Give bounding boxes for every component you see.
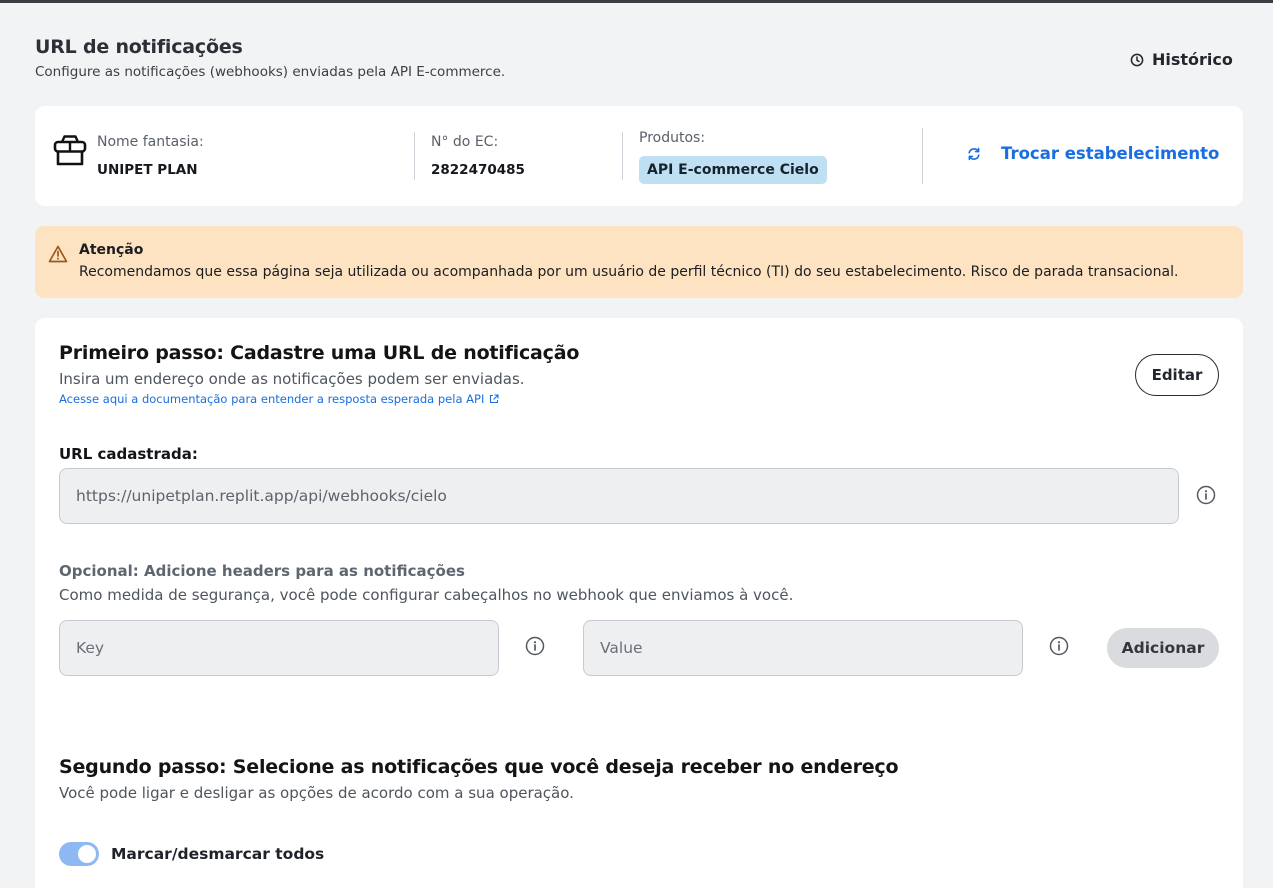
step1-title: Primeiro passo: Cadastre uma URL de noti… — [59, 342, 580, 364]
page-header: URL de notificações Configure as notific… — [35, 36, 1235, 80]
page-subtitle: Configure as notificações (webhooks) env… — [35, 64, 506, 80]
trade-name-value: UNIPET PLAN — [97, 162, 198, 178]
step2-description: Você pode ligar e desligar as opções de … — [59, 784, 574, 802]
warning-icon — [48, 245, 68, 263]
products-label: Produtos: — [639, 130, 706, 146]
add-header-button[interactable]: Adicionar — [1107, 628, 1219, 668]
page-title: URL de notificações — [35, 36, 243, 58]
headers-title: Opcional: Adicione headers para as notif… — [59, 562, 465, 580]
store-icon — [53, 135, 87, 166]
info-icon[interactable] — [1049, 636, 1069, 656]
step2-title: Segundo passo: Selecione as notificações… — [59, 756, 899, 778]
ec-label: N° do EC: — [431, 134, 499, 150]
divider — [922, 128, 923, 184]
step1-description: Insira um endereço onde as notificações … — [59, 370, 525, 388]
select-all-label: Marcar/desmarcar todos — [111, 845, 325, 863]
headers-description: Como medida de segurança, você pode conf… — [59, 586, 794, 604]
url-field[interactable] — [59, 468, 1179, 524]
product-badge: API E-commerce Cielo — [639, 156, 827, 184]
history-button[interactable]: Histórico — [1130, 50, 1233, 69]
divider — [414, 132, 415, 180]
warning-alert: Atenção Recomendamos que essa página sej… — [35, 226, 1243, 298]
info-icon[interactable] — [1196, 485, 1216, 505]
external-link-icon — [490, 394, 499, 404]
warning-text: Recomendamos que essa página seja utiliz… — [79, 264, 1179, 280]
documentation-link[interactable]: Acesse aqui a documentação para entender… — [59, 392, 499, 406]
clock-icon — [1130, 53, 1144, 66]
trade-name-label: Nome fantasia: — [97, 134, 204, 150]
toggle-knob — [78, 845, 96, 863]
info-icon[interactable] — [525, 636, 545, 656]
header-value-input[interactable] — [583, 620, 1023, 676]
merchant-card: Nome fantasia: UNIPET PLAN N° do EC: 282… — [35, 106, 1243, 206]
switch-merchant-label: Trocar estabelecimento — [1001, 144, 1220, 163]
top-border — [0, 0, 1273, 3]
documentation-link-label: Acesse aqui a documentação para entender… — [59, 392, 485, 406]
edit-button[interactable]: Editar — [1135, 354, 1219, 396]
refresh-icon — [968, 147, 980, 160]
header-key-input[interactable] — [59, 620, 499, 676]
url-label: URL cadastrada: — [59, 445, 198, 463]
ec-value: 2822470485 — [431, 162, 525, 178]
settings-card: Primeiro passo: Cadastre uma URL de noti… — [35, 318, 1243, 888]
warning-title: Atenção — [79, 242, 144, 258]
divider — [622, 132, 623, 180]
select-all-toggle[interactable] — [59, 842, 99, 866]
switch-merchant-link[interactable]: Trocar estabelecimento — [967, 144, 1219, 163]
history-label: Histórico — [1152, 50, 1233, 69]
